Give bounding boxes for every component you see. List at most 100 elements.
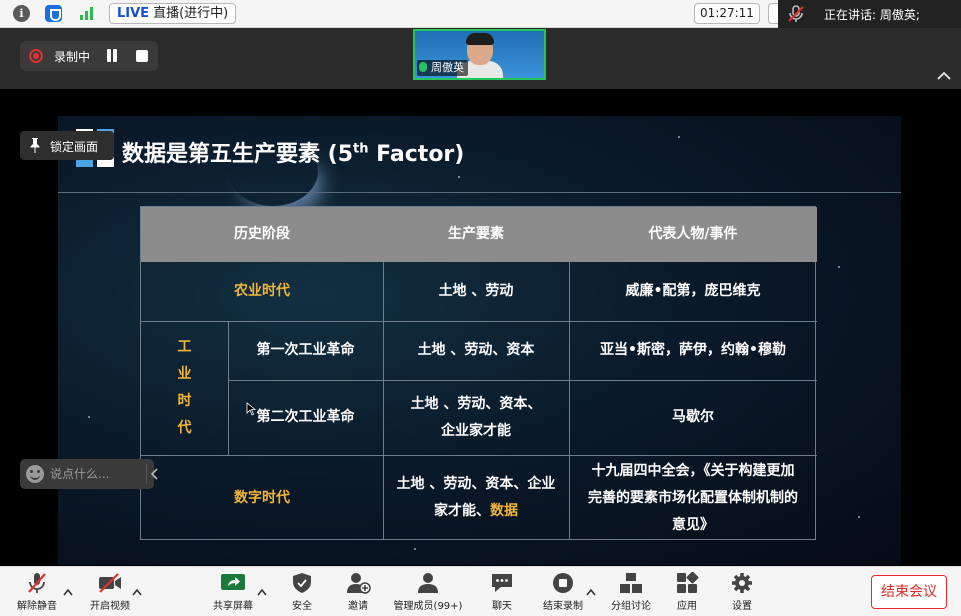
table-cell-factors: 土地 、劳动、资本、企业 家才能、数据: [383, 455, 569, 541]
emoji-icon[interactable]: [26, 465, 44, 483]
table-cell-line: 企业家才能: [441, 422, 511, 439]
end-meeting-button[interactable]: 结束会议: [871, 575, 947, 609]
gear-icon: [732, 573, 752, 593]
table-cell-event: 亚当•斯密，萨伊，约翰•穆勒: [600, 342, 786, 358]
apps-label: 应用: [677, 601, 697, 612]
slide-title-main: 数据是第五生产要素 (5: [122, 142, 354, 167]
pin-view-tag[interactable]: 锁定画面: [20, 131, 114, 160]
chevron-up-icon[interactable]: [937, 71, 951, 81]
invite-label: 邀请: [348, 601, 368, 612]
chat-divider: [146, 464, 147, 484]
slide-title: 数据是第五生产要素 (5th Factor): [122, 136, 464, 168]
mic-active-icon: [419, 62, 427, 72]
stop-recording-label: 结束录制: [543, 601, 583, 612]
pin-icon: [30, 138, 40, 153]
stop-recording-button[interactable]: [132, 47, 152, 65]
quick-chat-box: [20, 459, 158, 489]
chevron-left-icon[interactable]: [150, 468, 160, 480]
recording-dot-icon: [29, 49, 43, 63]
participant-name-label: 周傲英: [417, 60, 468, 76]
slide-title-tail: Factor): [368, 142, 465, 167]
settings-label: 设置: [732, 601, 752, 612]
stop-record-icon: [553, 573, 573, 593]
live-stream-badge[interactable]: LIVE 直播(进行中): [109, 3, 237, 24]
table-cell-line: 完善的要素市场化配置体制机制的: [588, 489, 798, 506]
recording-status-box: 录制中: [20, 41, 158, 71]
table-cell-line: 土地 、劳动、资本、: [410, 395, 542, 412]
star-decoration: [458, 176, 460, 178]
participant-name: 周傲英: [431, 61, 464, 74]
chat-button[interactable]: 聊天: [485, 567, 519, 616]
share-screen-button[interactable]: 共享屏幕: [208, 567, 258, 616]
security-label: 安全: [292, 601, 312, 612]
industrial-era-char: 业: [177, 366, 192, 382]
table-cell-event: 马歇尔: [672, 409, 714, 425]
chat-input[interactable]: [50, 464, 130, 484]
table-cell-line: 十九届四中全会，《关于构建更加: [591, 462, 795, 479]
table-cell-factors: 土地 、劳动、资本: [417, 342, 535, 358]
breakout-rooms-button[interactable]: 分组讨论: [608, 567, 654, 616]
speaker-name-text: 正在讲话: 周傲英;: [824, 8, 920, 22]
live-status-text: 直播(进行中): [153, 6, 229, 21]
industrial-era-char: 代: [177, 420, 192, 436]
participants-icon: [418, 573, 438, 593]
mouse-cursor-icon: [246, 402, 256, 416]
security-button[interactable]: 安全: [285, 567, 319, 616]
stop-recording-button[interactable]: 结束录制: [540, 567, 586, 616]
participants-button[interactable]: 管理成员(99+): [393, 567, 463, 616]
table-cell-stage: 数字时代: [234, 489, 290, 506]
start-video-label: 开启视频: [90, 601, 130, 612]
table-cell-stage: 第二次工业革命: [256, 409, 355, 425]
share-screen-icon: [221, 574, 245, 590]
shield-icon: [293, 573, 311, 593]
video-off-icon: [99, 573, 121, 593]
pause-icon-bar: [113, 49, 117, 62]
table-cell-stage: 第一次工业革命: [256, 342, 355, 358]
table-cell-line: 家才能、数据: [434, 498, 518, 525]
table-cell-event: 十九届四中全会，《关于构建更加 完善的要素市场化配置体制机制的 意见》: [569, 455, 817, 541]
unmute-button[interactable]: 解除静音: [10, 567, 64, 616]
table-cell-fragment: 家才能、: [434, 503, 490, 519]
shared-screen-slide: 数据是第五生产要素 (5th Factor) 历史阶段 生产要素 代表人物/事件…: [58, 116, 901, 565]
table-header-cell: 代表人物/事件: [648, 226, 738, 242]
network-signal-icon[interactable]: [78, 5, 95, 22]
unmute-label: 解除静音: [17, 601, 57, 612]
table-cell-line: 土地 、劳动、资本、企业: [396, 476, 556, 492]
participants-label: 管理成员(99+): [393, 601, 463, 612]
chat-bubble-icon: [492, 574, 512, 592]
chevron-up-icon[interactable]: [63, 588, 73, 596]
table-cell-event: 威廉•配第，庞巴维克: [625, 283, 761, 299]
table-cell-stage: 农业时代: [234, 283, 290, 299]
industrial-era-char: 工: [177, 339, 192, 355]
meeting-toolbar: 解除静音 开启视频 共享屏幕 安全 邀请 管理成员(99+) 聊天 结束录制 分…: [0, 566, 961, 616]
settings-button[interactable]: 设置: [727, 567, 757, 616]
chevron-up-icon[interactable]: [586, 588, 596, 596]
mic-muted-icon: [28, 573, 46, 593]
data-factor-highlight: 数据: [490, 503, 518, 519]
pin-view-label: 锁定画面: [50, 140, 99, 154]
star-decoration: [88, 416, 90, 418]
star-decoration: [838, 266, 840, 268]
chevron-up-icon[interactable]: [257, 588, 267, 596]
start-video-button[interactable]: 开启视频: [86, 567, 134, 616]
info-icon[interactable]: i: [13, 5, 30, 22]
participant-video-tile[interactable]: 周傲英: [413, 29, 546, 80]
security-shield-icon[interactable]: [45, 5, 62, 22]
share-screen-label: 共享屏幕: [213, 601, 253, 612]
star-decoration: [678, 136, 680, 138]
top-status-bar: i LIVE 直播(进行中) 01:27:11 正在讲话: 周傲英;: [0, 0, 961, 28]
recording-label: 录制中: [54, 50, 91, 64]
star-decoration: [858, 516, 860, 518]
chevron-up-icon[interactable]: [132, 588, 142, 596]
pause-recording-button[interactable]: [102, 47, 122, 65]
invite-button[interactable]: 邀请: [340, 567, 376, 616]
table-cell-factors: 土地 、劳动: [438, 283, 514, 299]
table-cell-line: 意见》: [672, 516, 714, 533]
apps-button[interactable]: 应用: [672, 567, 702, 616]
industrial-era-label: 工 业 时 代: [141, 321, 228, 455]
title-divider: [58, 192, 901, 193]
live-badge-label: LIVE: [117, 6, 150, 21]
apps-grid-icon: [677, 572, 699, 593]
video-person-hair: [466, 33, 494, 45]
add-user-icon: [347, 573, 371, 594]
